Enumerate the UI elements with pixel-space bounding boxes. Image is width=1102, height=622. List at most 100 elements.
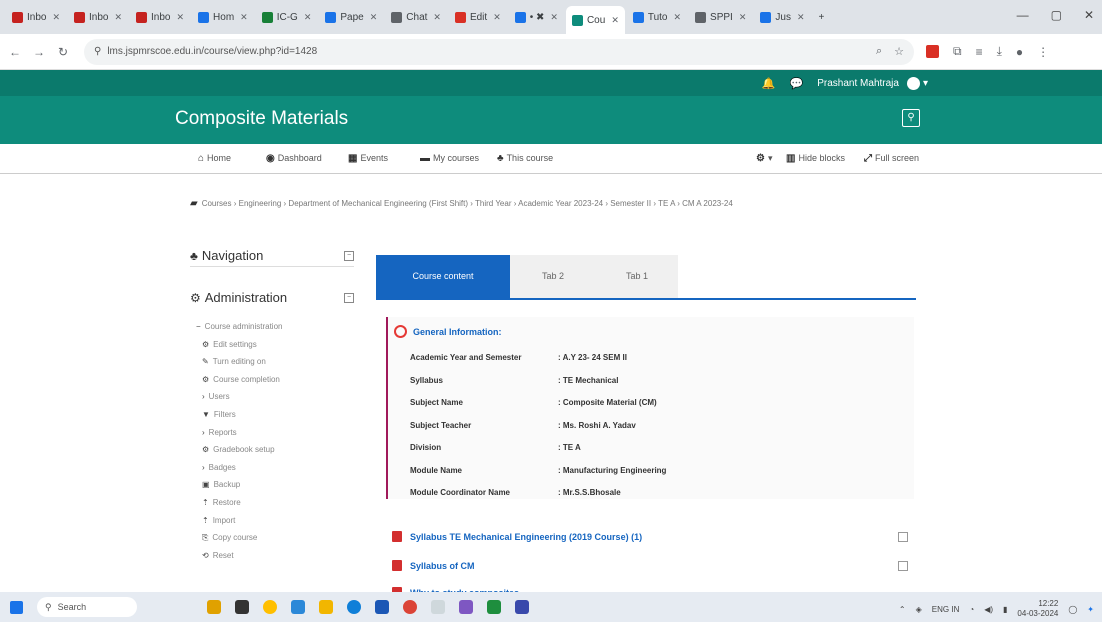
back-icon[interactable]: ← xyxy=(6,45,24,59)
admin-menu-item[interactable]: › Users xyxy=(196,392,282,410)
taskbar-app-icon[interactable] xyxy=(319,600,333,614)
admin-menu-item[interactable]: ▼ Filters xyxy=(196,410,282,428)
close-tab-icon[interactable]: ✕ xyxy=(493,12,501,23)
taskbar-app-icon[interactable] xyxy=(431,600,445,614)
browser-tab[interactable]: Jus ✕ xyxy=(754,5,810,29)
nav-dashboard[interactable]: ◉ Dashboard xyxy=(266,153,322,164)
nav-events[interactable]: ▦ Events xyxy=(348,153,388,164)
browser-tab[interactable]: • ✖ ✕ xyxy=(509,5,564,29)
close-tab-icon[interactable]: ✕ xyxy=(240,12,248,23)
browser-tab[interactable]: SPPI ✕ xyxy=(689,5,752,29)
admin-menu-item[interactable]: ⚙ Course completion xyxy=(196,375,282,393)
taskbar-app-icon[interactable] xyxy=(459,600,473,614)
browser-tab[interactable]: Chat ✕ xyxy=(385,5,447,29)
breadcrumb-text[interactable]: Courses › Engineering › Department of Me… xyxy=(202,199,733,208)
volume-icon[interactable]: ◀) xyxy=(984,605,993,614)
language-indicator[interactable]: ENG IN xyxy=(932,605,960,614)
nav-my-courses[interactable]: ▬ My courses xyxy=(420,153,479,164)
app-tray-icon[interactable]: ◈ xyxy=(916,605,922,614)
forward-icon[interactable]: → xyxy=(30,45,48,59)
close-tab-icon[interactable]: ✕ xyxy=(739,12,747,23)
reading-list-icon[interactable]: ≡ xyxy=(976,45,983,59)
hide-blocks-button[interactable]: ▥ Hide blocks xyxy=(786,153,845,164)
close-window-button[interactable]: ✕ xyxy=(1084,8,1094,22)
clock[interactable]: 12:22 04-03-2024 xyxy=(1017,599,1058,619)
search-icon[interactable]: ⚲ xyxy=(902,109,920,127)
admin-menu-item[interactable]: ✎ Turn editing on xyxy=(196,357,282,375)
browser-tab[interactable]: Hom ✕ xyxy=(192,5,254,29)
nav-home[interactable]: ⌂ Home xyxy=(198,153,231,164)
browser-tab[interactable]: Edit ✕ xyxy=(449,5,507,29)
close-tab-icon[interactable]: ✕ xyxy=(433,12,441,23)
collapse-toggle[interactable]: − xyxy=(344,292,354,303)
browser-tab[interactable]: Tuto ✕ xyxy=(627,5,687,29)
minimize-button[interactable]: — xyxy=(1017,8,1029,22)
taskbar-app-icon[interactable] xyxy=(235,600,249,614)
browser-tab[interactable]: Cou ✕ xyxy=(565,6,625,34)
tab-2[interactable]: Tab 2 xyxy=(510,255,596,298)
close-tab-icon[interactable]: ✕ xyxy=(177,12,185,23)
close-tab-icon[interactable]: ✕ xyxy=(550,12,558,23)
taskbar-search[interactable]: ⚲ Search xyxy=(37,597,137,617)
bookmark-star-icon[interactable]: ☆ xyxy=(894,45,904,58)
new-tab-button[interactable]: + xyxy=(813,5,831,29)
extension-icon[interactable] xyxy=(926,45,939,58)
windows-start-icon[interactable] xyxy=(10,600,23,614)
admin-menu-item[interactable]: › Badges xyxy=(196,463,282,481)
taskbar-app-icon[interactable] xyxy=(515,600,529,614)
browser-tab[interactable]: Inbo ✕ xyxy=(68,5,128,29)
close-tab-icon[interactable]: ✕ xyxy=(674,12,682,23)
admin-menu-item[interactable]: − Course administration xyxy=(196,322,282,340)
completion-checkbox[interactable] xyxy=(898,531,908,542)
admin-menu-item[interactable]: ▣ Backup xyxy=(196,480,282,498)
completion-checkbox[interactable] xyxy=(898,560,908,571)
taskbar-app-icon[interactable] xyxy=(375,600,389,614)
user-name[interactable]: Prashant Mahtraja xyxy=(817,78,899,89)
taskbar-app-icon[interactable] xyxy=(403,600,417,614)
browser-tab[interactable]: IC-G ✕ xyxy=(256,5,318,29)
maximize-button[interactable]: ▢ xyxy=(1051,8,1062,22)
close-tab-icon[interactable]: ✕ xyxy=(611,15,619,26)
chat-icon[interactable]: 💬 xyxy=(790,77,804,90)
collapse-toggle[interactable]: − xyxy=(344,250,354,261)
resource-link[interactable]: Syllabus TE Mechanical Engineering (2019… xyxy=(392,531,908,542)
close-tab-icon[interactable]: ✕ xyxy=(797,12,805,23)
notification-icon[interactable]: ◯ xyxy=(1068,605,1077,614)
taskbar-app-icon[interactable] xyxy=(291,600,305,614)
reload-icon[interactable]: ↻ xyxy=(54,45,72,59)
close-tab-icon[interactable]: ✕ xyxy=(304,12,312,23)
admin-menu-item[interactable]: › Reports xyxy=(196,428,282,446)
copilot-icon[interactable]: ✦ xyxy=(1087,605,1094,614)
battery-icon[interactable]: ▮ xyxy=(1003,605,1007,614)
taskbar-app-icon[interactable] xyxy=(263,600,277,614)
browser-tab[interactable]: Pape ✕ xyxy=(319,5,383,29)
admin-menu-item[interactable]: ⟲ Reset xyxy=(196,551,282,569)
browser-tab[interactable]: Inbo ✕ xyxy=(6,5,66,29)
url-input[interactable]: ⚲ lms.jspmrscoe.edu.in/course/view.php?i… xyxy=(84,38,914,65)
nav-this-course[interactable]: ♣ This course xyxy=(497,153,553,164)
bell-icon[interactable]: 🔔 xyxy=(762,77,776,90)
admin-menu-item[interactable]: ⎘ Copy course xyxy=(196,533,282,551)
menu-kebab-icon[interactable]: ⋮ xyxy=(1037,45,1049,59)
resource-link[interactable]: Syllabus of CM xyxy=(392,560,908,571)
tab-course-content[interactable]: Course content xyxy=(376,255,510,298)
extensions-puzzle-icon[interactable]: ⧉ xyxy=(953,44,962,59)
taskbar-app-icon[interactable] xyxy=(487,600,501,614)
admin-menu-item[interactable]: ⇡ Import xyxy=(196,516,282,534)
browser-tab[interactable]: Inbo ✕ xyxy=(130,5,190,29)
taskbar-app-icon[interactable] xyxy=(207,600,221,614)
zoom-icon[interactable]: ⌕ xyxy=(876,45,882,58)
site-info-icon[interactable]: ⚲ xyxy=(94,46,101,57)
chevron-up-icon[interactable]: ⌃ xyxy=(899,605,906,614)
download-icon[interactable]: ⤓ xyxy=(997,44,1002,59)
taskbar-app-icon[interactable] xyxy=(347,600,361,614)
profile-icon[interactable]: ● xyxy=(1016,45,1023,59)
wifi-icon[interactable]: ◔ xyxy=(969,605,974,614)
settings-gear-button[interactable]: ⚙ ▾ xyxy=(756,153,773,164)
admin-menu-item[interactable]: ⚙ Gradebook setup xyxy=(196,445,282,463)
tab-1[interactable]: Tab 1 xyxy=(596,255,678,298)
full-screen-button[interactable]: ⤢ Full screen xyxy=(864,153,919,164)
admin-menu-item[interactable]: ⇡ Restore xyxy=(196,498,282,516)
user-menu-caret-icon[interactable]: ▾ xyxy=(923,78,928,89)
close-tab-icon[interactable]: ✕ xyxy=(52,12,60,23)
